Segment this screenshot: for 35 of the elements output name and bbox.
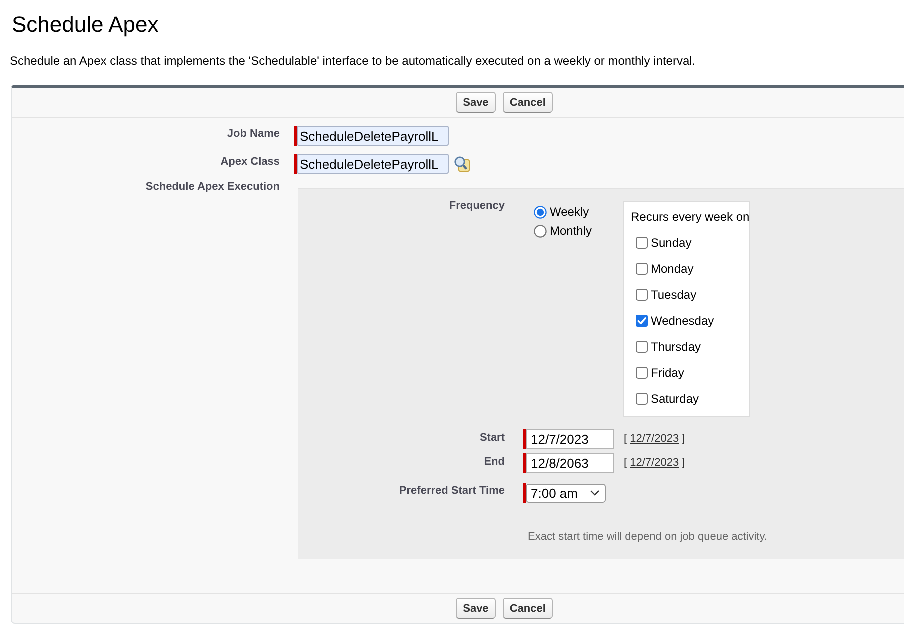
- cancel-button[interactable]: Cancel: [502, 92, 553, 113]
- hint-text: Exact start time will depend on job queue activity.: [527, 531, 768, 544]
- date-shortcut: [ 12/7/2023 ]: [624, 433, 686, 445]
- save-button[interactable]: Save: [456, 92, 496, 113]
- field-label: Apex Class: [220, 155, 280, 169]
- text-input[interactable]: ScheduleDeletePayrollL: [297, 126, 449, 146]
- date-link[interactable]: 12/7/2023: [630, 433, 680, 445]
- day-checkbox[interactable]: Friday: [636, 364, 684, 382]
- field-label: Preferred Start Time: [399, 484, 505, 497]
- date-shortcut: [ 12/7/2023 ]: [624, 457, 686, 469]
- field-label: Start: [480, 431, 505, 444]
- field-label: Schedule Apex Execution: [146, 182, 280, 193]
- field-label: End: [484, 455, 505, 468]
- search-icon[interactable]: [454, 156, 470, 172]
- day-checkbox[interactable]: Tuesday: [636, 286, 697, 304]
- page-title: Schedule Apex: [11, 11, 159, 38]
- page-description: Schedule an Apex class that implements the 'Schedulable' interface to be automatically executed on a weekly or monthly interval.: [10, 54, 696, 69]
- day-checkbox[interactable]: Thursday: [636, 338, 702, 356]
- radio-option[interactable]: Weekly: [534, 203, 590, 221]
- field-label: Job Name: [227, 127, 280, 141]
- day-checkbox[interactable]: Monday: [636, 260, 694, 278]
- time-select[interactable]: 7:00 am: [526, 484, 606, 502]
- day-checkbox[interactable]: Saturday: [636, 390, 700, 408]
- field-label: Frequency: [449, 201, 505, 212]
- save-button[interactable]: Save: [456, 598, 496, 619]
- date-link[interactable]: 12/7/2023: [630, 457, 680, 469]
- date-input[interactable]: 12/8/2063: [526, 453, 614, 473]
- cancel-button[interactable]: Cancel: [502, 598, 553, 619]
- recurrence-heading: Recurs every week on: [631, 210, 750, 225]
- text-input[interactable]: ScheduleDeletePayrollL: [297, 154, 449, 174]
- chevron-down-icon: [590, 490, 600, 496]
- radio-option[interactable]: Monthly: [534, 222, 592, 240]
- date-input[interactable]: 12/7/2023: [526, 429, 614, 449]
- day-checkbox[interactable]: Wednesday: [636, 312, 714, 330]
- day-checkbox[interactable]: Sunday: [636, 234, 692, 252]
